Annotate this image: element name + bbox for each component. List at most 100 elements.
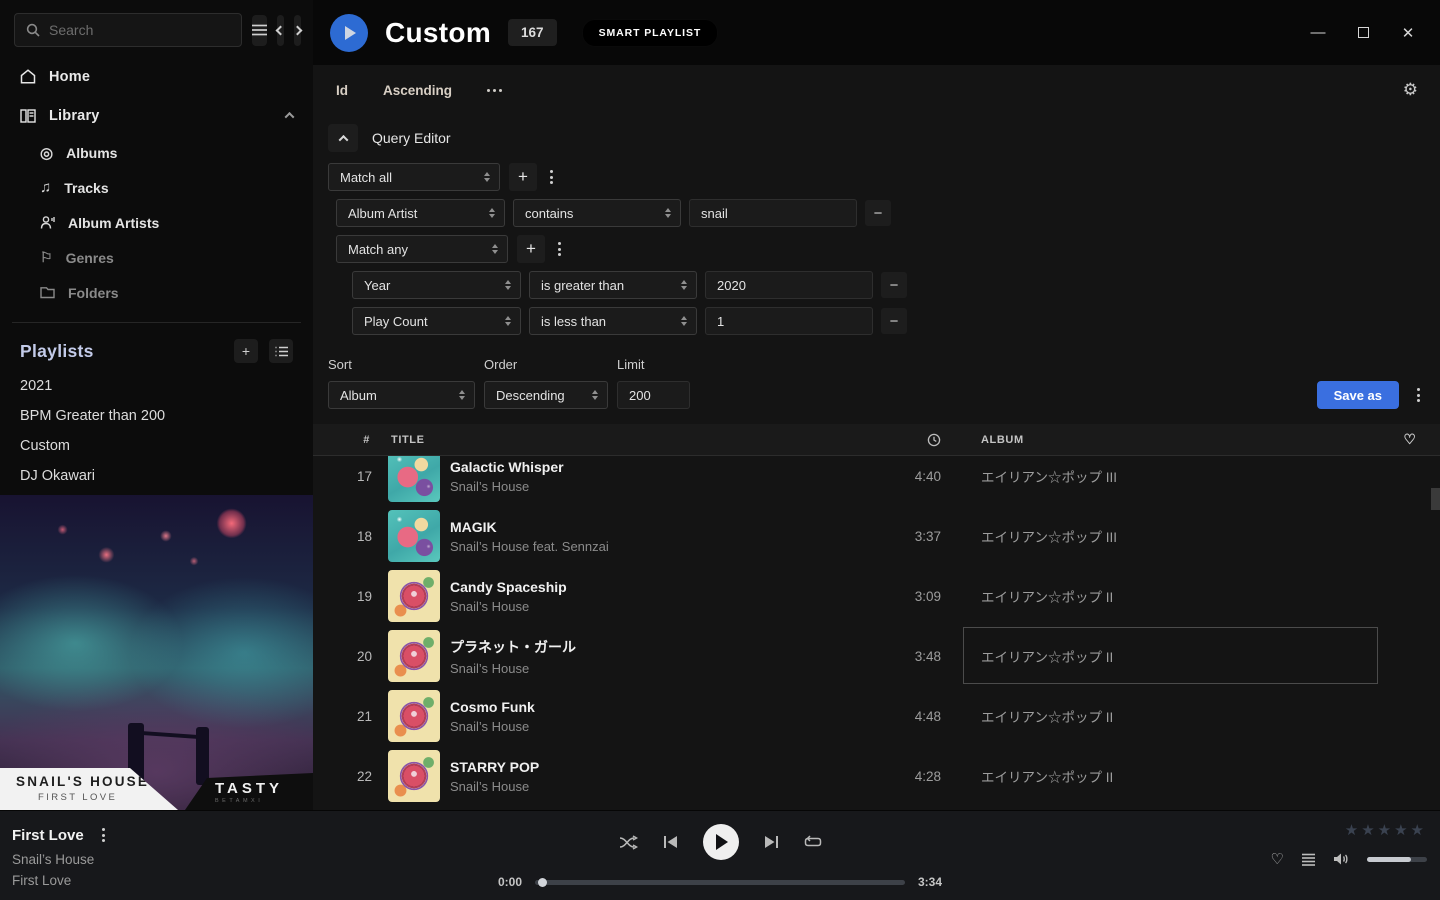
now-playing-title[interactable]: First Love xyxy=(12,827,84,844)
rule-field-select[interactable]: Year xyxy=(352,271,521,299)
remove-rule-button[interactable]: − xyxy=(865,200,891,226)
close-button[interactable]: ✕ xyxy=(1400,25,1416,41)
rule-field-select[interactable]: Album Artist xyxy=(336,199,505,227)
queue-icon[interactable] xyxy=(1301,853,1316,866)
match-type-select-1[interactable]: Match all xyxy=(328,163,500,191)
gear-icon[interactable]: ⚙ xyxy=(1403,80,1418,100)
sort-select[interactable]: Album xyxy=(328,381,475,409)
minimize-button[interactable]: — xyxy=(1310,25,1326,41)
duration-clock-icon[interactable] xyxy=(927,433,941,447)
repeat-icon[interactable] xyxy=(804,835,822,849)
rule-field-select[interactable]: Play Count xyxy=(352,307,521,335)
sort-value: Album xyxy=(340,388,377,403)
volume-slider[interactable] xyxy=(1367,857,1427,862)
rule-operator-select[interactable]: is greater than xyxy=(529,271,697,299)
add-rule-button-1[interactable]: + xyxy=(509,163,537,191)
volume-icon[interactable] xyxy=(1333,852,1350,866)
collapse-query-editor-button[interactable] xyxy=(328,124,358,152)
now-playing-album[interactable]: First Love xyxy=(12,873,109,888)
rating-stars[interactable]: ★★★★★ xyxy=(1267,821,1427,839)
remove-rule-button[interactable]: − xyxy=(881,272,907,298)
order-select[interactable]: Descending xyxy=(484,381,608,409)
table-row[interactable]: 22 STARRY POP Snail’s House 4:28 エイリアン☆ポ… xyxy=(313,746,1440,806)
column-title[interactable]: TITLE xyxy=(372,434,880,446)
table-row[interactable]: 20 プラネット・ガール Snail’s House 3:48 エイリアン☆ポッ… xyxy=(313,626,1440,686)
favorite-heart-icon[interactable]: ♡ xyxy=(1271,850,1284,868)
table-row[interactable]: 18 MAGIK Snail’s House feat. Sennzai 3:3… xyxy=(313,506,1440,566)
rule-operator-select[interactable]: contains xyxy=(513,199,681,227)
maximize-button[interactable] xyxy=(1355,25,1371,41)
favorite-heart-icon[interactable]: ♡ xyxy=(1403,431,1416,448)
rule-value-input[interactable] xyxy=(705,307,873,335)
track-album[interactable]: エイリアン☆ポップ II xyxy=(973,586,1380,606)
next-track-icon[interactable] xyxy=(764,835,779,849)
track-duration: 4:28 xyxy=(915,769,941,784)
star-icon[interactable]: ★ xyxy=(1361,822,1377,839)
search-box[interactable] xyxy=(14,13,242,47)
track-artist: Snail’s House xyxy=(450,661,880,676)
select-caret-icon xyxy=(505,316,511,326)
sidebar-item-genres[interactable]: ⚐ Genres xyxy=(0,240,313,275)
track-album[interactable]: エイリアン☆ポップ III xyxy=(973,526,1380,546)
group-menu-icon-2[interactable] xyxy=(554,238,565,260)
column-number[interactable]: # xyxy=(363,434,372,446)
sidebar-item-folders[interactable]: Folders xyxy=(0,275,313,310)
table-row[interactable]: 21 Cosmo Funk Snail’s House 4:48 エイリアン☆ポ… xyxy=(313,686,1440,746)
sidebar-item-albums[interactable]: ◎ Albums xyxy=(0,135,313,170)
star-icon[interactable]: ★ xyxy=(1378,822,1394,839)
group-menu-icon-1[interactable] xyxy=(546,166,557,188)
sidebar-item-home[interactable]: Home xyxy=(0,57,313,96)
playlist-item[interactable]: DJ Okawari xyxy=(0,461,313,491)
rule-value-input[interactable] xyxy=(689,199,857,227)
table-row[interactable]: 19 Candy Spaceship Snail’s House 3:09 エイ… xyxy=(313,566,1440,626)
library-icon xyxy=(20,108,36,123)
now-playing-info: First Love Snail’s House First Love xyxy=(12,824,109,888)
playlist-item[interactable]: BPM Greater than 200 xyxy=(0,401,313,431)
sidebar-item-album-artists[interactable]: Album Artists xyxy=(0,205,313,240)
match-type-select-2[interactable]: Match any xyxy=(336,235,508,263)
track-album[interactable]: エイリアン☆ポップ II xyxy=(973,706,1380,726)
add-rule-button-2[interactable]: + xyxy=(517,235,545,263)
star-icon[interactable]: ★ xyxy=(1411,822,1427,839)
rule-value-input[interactable] xyxy=(705,271,873,299)
sort-field-button[interactable]: Id xyxy=(336,83,348,98)
nav-forward-button[interactable] xyxy=(294,15,301,46)
sidebar-item-tracks[interactable]: ♫ Tracks xyxy=(0,170,313,205)
seek-handle[interactable] xyxy=(538,878,547,887)
play-pause-button[interactable] xyxy=(703,824,739,860)
artwork-artist: SNAIL'S HOUSE xyxy=(16,774,178,789)
save-as-button[interactable]: Save as xyxy=(1317,381,1399,409)
play-playlist-button[interactable] xyxy=(330,14,368,52)
add-playlist-button[interactable]: + xyxy=(234,339,258,363)
scrollbar-thumb[interactable] xyxy=(1431,488,1440,510)
now-playing-menu-icon[interactable] xyxy=(98,824,109,846)
search-input[interactable] xyxy=(49,22,230,38)
rule-operator-select[interactable]: is less than xyxy=(529,307,697,335)
remove-rule-button[interactable]: − xyxy=(881,308,907,334)
star-icon[interactable]: ★ xyxy=(1394,822,1410,839)
seek-bar[interactable] xyxy=(535,880,905,885)
playlist-list-button[interactable] xyxy=(269,339,293,363)
now-playing-artist[interactable]: Snail’s House xyxy=(12,852,109,867)
playlist-item[interactable]: 2021 xyxy=(0,371,313,401)
track-album[interactable]: エイリアン☆ポップ II xyxy=(973,766,1380,786)
sort-direction-button[interactable]: Ascending xyxy=(383,83,452,98)
collapse-library-icon[interactable] xyxy=(285,112,295,122)
previous-track-icon[interactable] xyxy=(663,835,678,849)
nav-back-button[interactable] xyxy=(277,15,284,46)
plus-icon: + xyxy=(526,239,536,259)
track-count-badge: 167 xyxy=(508,19,557,46)
playlist-item[interactable]: Custom xyxy=(0,431,313,461)
shuffle-icon[interactable] xyxy=(619,835,638,850)
star-icon[interactable]: ★ xyxy=(1345,822,1361,839)
track-album[interactable]: エイリアン☆ポップ III xyxy=(973,466,1380,486)
limit-input[interactable] xyxy=(617,381,690,409)
column-album[interactable]: ALBUM xyxy=(973,434,1380,446)
save-menu-icon[interactable] xyxy=(1413,384,1424,406)
now-playing-artwork[interactable]: SNAIL'S HOUSE FIRST LOVE TASTY BETAMXI xyxy=(0,495,313,810)
track-album[interactable]: エイリアン☆ポップ II xyxy=(973,646,1380,666)
menu-button[interactable] xyxy=(252,15,267,46)
table-row[interactable]: 17 Galactic Whisper Snail’s House 4:40 エ… xyxy=(313,456,1440,506)
more-options-icon[interactable] xyxy=(487,89,502,92)
sidebar-item-library[interactable]: Library xyxy=(0,96,313,135)
